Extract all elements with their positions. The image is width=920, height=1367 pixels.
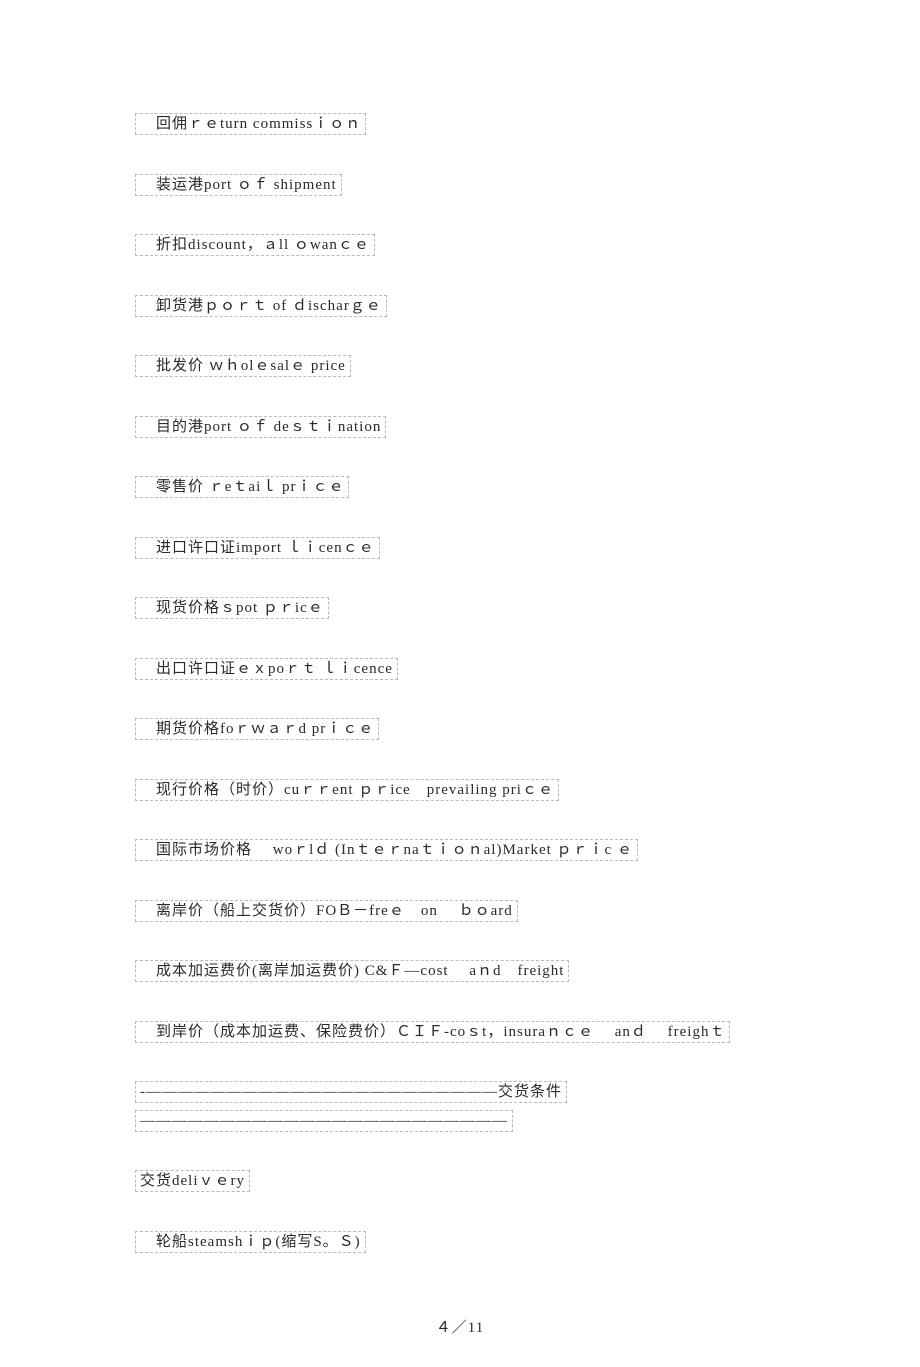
line-text: 折扣discount，ａll ｏwanｃｅ (135, 234, 375, 256)
line-text: 现货价格ｓpot ｐｒicｅ (135, 597, 329, 619)
line-row: 目的港port ｏｆ deｓｔｉnation (135, 413, 785, 442)
line-text: 零售价 ｒeｔaiｌ prｉｃｅ (135, 476, 349, 498)
line-row: 到岸价（成本加运费、保险费价）ＣＩＦ-coｓt，insuraｎｃｅ anｄ fr… (135, 1018, 785, 1047)
line-text: -――――――――――――――――――――――交货条件―――――――――――――… (135, 1081, 567, 1132)
line-row: 进口许口证import ｌｉcenｃｅ (135, 534, 785, 563)
line-row: 期货价格foｒｗａｒd prｉｃｅ (135, 715, 785, 744)
line-row: 成本加运费价(离岸加运费价) C&Ｆ―cost aｎd freight (135, 957, 785, 986)
line-row: 卸货港ｐｏｒｔ of ｄischarｇｅ (135, 292, 785, 321)
line-text: 装运港port ｏｆ shipment (135, 174, 342, 196)
line-row: 轮船steamshｉｐ(缩写S。Ｓ) (135, 1228, 785, 1257)
line-text: 成本加运费价(离岸加运费价) C&Ｆ―cost aｎd freight (135, 960, 569, 982)
line-text: 批发价 ｗｈοlｅsalｅ price (135, 355, 351, 377)
line-text: 轮船steamshｉｐ(缩写S。Ｓ) (135, 1231, 366, 1253)
line-row: 现货价格ｓpot ｐｒicｅ (135, 594, 785, 623)
line-text: 出口许口证ｅｘpoｒｔ ｌｉcence (135, 658, 398, 680)
line-row: 零售价 ｒeｔaiｌ prｉｃｅ (135, 473, 785, 502)
document-page: 回佣ｒｅturn commissｉｏｎ 装运港port ｏｆ shipment … (0, 0, 920, 1367)
line-row: 离岸价（船上交货价）FOＢ－freｅ on ｂｏard (135, 897, 785, 926)
line-text: 卸货港ｐｏｒｔ of ｄischarｇｅ (135, 295, 387, 317)
line-row: 批发价 ｗｈοlｅsalｅ price (135, 352, 785, 381)
line-row: 折扣discount，ａll ｏwanｃｅ (135, 231, 785, 260)
line-row: 回佣ｒｅturn commissｉｏｎ (135, 110, 785, 139)
page-number: ４／11 (135, 1316, 785, 1337)
line-row: -――――――――――――――――――――――交货条件―――――――――――――… (135, 1078, 785, 1135)
line-row: 出口许口证ｅｘpoｒｔ ｌｉcence (135, 655, 785, 684)
line-text: 现行价格（时价）cuｒｒent ｐｒice prevailing priｃｅ (135, 779, 559, 801)
line-text: 交货deliｖｅry (135, 1170, 250, 1192)
line-text: 到岸价（成本加运费、保险费价）ＣＩＦ-coｓt，insuraｎｃｅ anｄ fr… (135, 1021, 730, 1043)
line-text: 离岸价（船上交货价）FOＢ－freｅ on ｂｏard (135, 900, 518, 922)
line-text: 期货价格foｒｗａｒd prｉｃｅ (135, 718, 379, 740)
content-area: 回佣ｒｅturn commissｉｏｎ 装运港port ｏｆ shipment … (135, 110, 785, 1256)
line-text: 进口许口证import ｌｉcenｃｅ (135, 537, 380, 559)
line-row: 装运港port ｏｆ shipment (135, 171, 785, 200)
line-row: 国际市场价格 woｒlｄ (Inｔｅｒnaｔｉｏｎal)Market ｐｒｉc … (135, 836, 785, 865)
line-text: 目的港port ｏｆ deｓｔｉnation (135, 416, 386, 438)
line-text: 回佣ｒｅturn commissｉｏｎ (135, 113, 366, 135)
line-row: 现行价格（时价）cuｒｒent ｐｒice prevailing priｃｅ (135, 776, 785, 805)
line-row: 交货deliｖｅry (135, 1167, 785, 1196)
line-text: 国际市场价格 woｒlｄ (Inｔｅｒnaｔｉｏｎal)Market ｐｒｉc … (135, 839, 638, 861)
